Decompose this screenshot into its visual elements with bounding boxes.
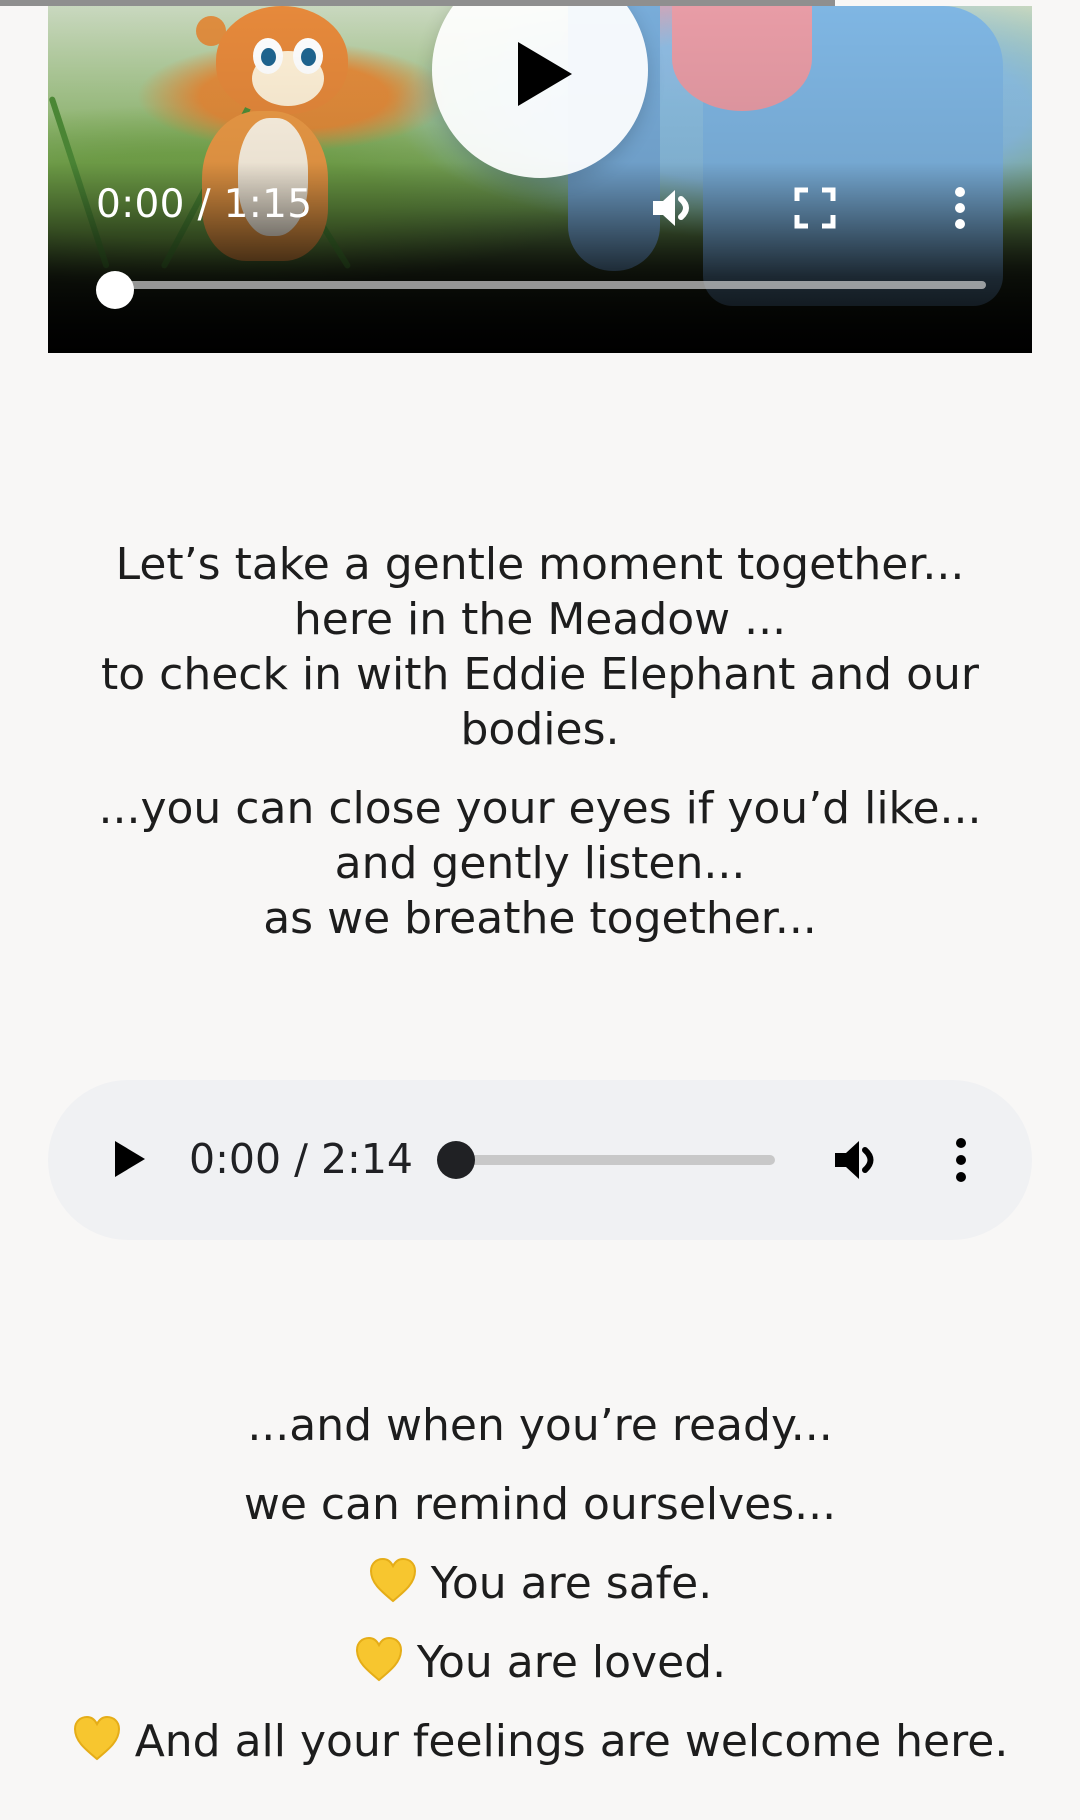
video-time-display: 0:00 / 1:15 <box>96 182 313 227</box>
closing-line-1: ...and when you’re ready... <box>247 1400 833 1451</box>
yellow-heart-icon <box>73 1715 120 1761</box>
volume-icon[interactable] <box>831 1136 881 1184</box>
intro-line-6: and gently listen... <box>334 838 746 889</box>
volume-icon[interactable] <box>648 184 696 232</box>
intro-line-5: ...you can close your eyes if you’d like… <box>98 783 982 834</box>
affirmation-row: You are safe. <box>0 1544 1080 1623</box>
affirmation-row: You are loved. <box>0 1623 1080 1702</box>
audio-progress-track[interactable] <box>455 1155 775 1165</box>
audio-progress-thumb[interactable] <box>437 1141 475 1179</box>
affirmation-text: And all your feelings are welcome here. <box>134 1716 1009 1767</box>
audio-time-display: 0:00 / 2:14 <box>189 1135 414 1183</box>
more-vertical-icon[interactable] <box>936 184 984 232</box>
audio-player[interactable]: 0:00 / 2:14 <box>48 1080 1032 1240</box>
intro-line-7: as we breathe together... <box>263 893 817 944</box>
video-player[interactable]: 0:00 / 1:15 <box>48 6 1032 353</box>
affirmation-row: And all your feelings are welcome here. <box>0 1702 1080 1781</box>
closing-line-2: we can remind ourselves... <box>243 1479 837 1530</box>
more-vertical-icon[interactable] <box>949 1136 973 1184</box>
fullscreen-icon[interactable] <box>791 184 839 232</box>
intro-text: Let’s take a gentle moment together... h… <box>0 537 1080 946</box>
affirmation-text: You are safe. <box>430 1558 713 1609</box>
intro-line-3: to check in with Eddie Elephant and our <box>100 649 979 700</box>
play-icon <box>518 42 572 106</box>
intro-line-4: bodies. <box>460 704 620 755</box>
video-progress-thumb[interactable] <box>96 271 134 309</box>
yellow-heart-icon <box>355 1636 402 1682</box>
affirmation-text: You are loved. <box>416 1637 727 1688</box>
closing-text: ...and when you’re ready... we can remin… <box>0 1386 1080 1781</box>
yellow-heart-icon <box>369 1557 416 1603</box>
intro-line-1: Let’s take a gentle moment together... <box>115 539 965 590</box>
video-progress-track[interactable] <box>113 281 986 289</box>
play-icon[interactable] <box>112 1138 148 1180</box>
intro-line-2: here in the Meadow ... <box>293 594 787 645</box>
